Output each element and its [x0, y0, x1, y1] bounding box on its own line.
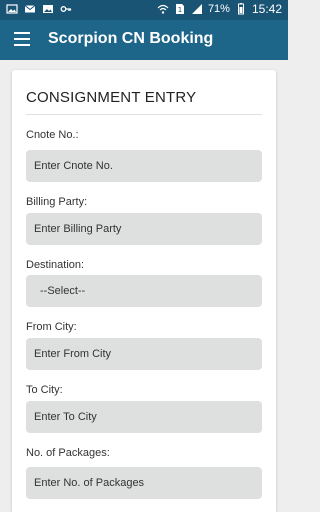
app-bar: Scorpion CN Booking: [0, 20, 288, 60]
from-city-label: From City:: [26, 321, 77, 333]
key-icon: [60, 6, 72, 12]
consignment-entry-card: CONSIGNMENT ENTRY Cnote No.: Billing Par…: [12, 70, 276, 512]
svg-text:1: 1: [178, 6, 182, 14]
wifi-icon: [157, 4, 169, 14]
clock: 15:42: [251, 2, 282, 16]
from-city-input[interactable]: [26, 338, 262, 370]
email-icon: [24, 5, 36, 13]
cnote-label: Cnote No.:: [26, 129, 79, 141]
packages-input[interactable]: [26, 467, 262, 499]
battery-percentage: 71%: [207, 3, 230, 15]
status-bar: 1 71% 15:42: [0, 0, 288, 20]
menu-icon[interactable]: [14, 32, 30, 46]
to-city-input[interactable]: [26, 401, 262, 433]
system-icons: 1 71% 15:42: [157, 2, 282, 16]
to-city-label: To City:: [26, 384, 63, 396]
gallery-icon: [43, 5, 53, 13]
title-divider: [26, 114, 262, 115]
form-title: CONSIGNMENT ENTRY: [26, 89, 197, 106]
signal-icon: [191, 4, 202, 14]
packages-label: No. of Packages:: [26, 447, 110, 459]
destination-select[interactable]: --Select--: [26, 275, 262, 307]
sim-icon: 1: [175, 4, 184, 14]
notification-icons: [6, 3, 72, 15]
cnote-input[interactable]: [26, 150, 262, 182]
battery-icon: [237, 3, 244, 15]
image-icon: [6, 4, 18, 14]
app-title: Scorpion CN Booking: [48, 30, 214, 47]
billing-party-input[interactable]: [26, 213, 262, 245]
billing-party-label: Billing Party:: [26, 196, 88, 208]
destination-label: Destination:: [26, 259, 85, 271]
